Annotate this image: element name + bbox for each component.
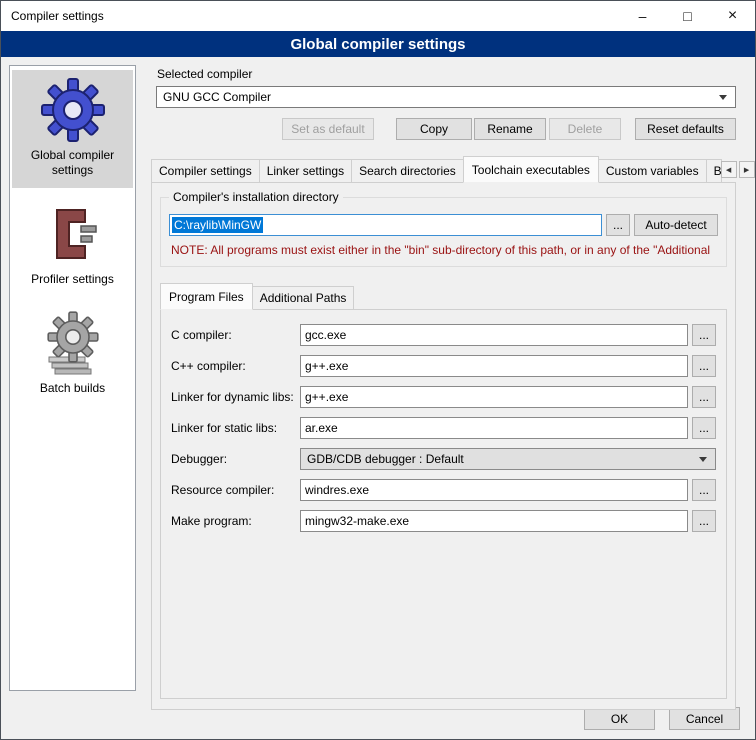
sidebar-item-label: Global compiler settings <box>14 148 131 178</box>
program-files-panel: C compiler: ... C++ compiler: ... Linker… <box>160 309 727 699</box>
tab-additional-paths[interactable]: Additional Paths <box>252 286 355 310</box>
dynamic-linker-label: Linker for dynamic libs: <box>171 390 296 404</box>
form-row-dynamic-linker: Linker for dynamic libs: ... <box>171 386 716 408</box>
c-compiler-input[interactable] <box>300 324 688 346</box>
sidebar-item-batch-builds[interactable]: Batch builds <box>12 303 133 406</box>
installation-directory-label: Compiler's installation directory <box>169 190 343 204</box>
tab-linker-settings[interactable]: Linker settings <box>259 159 352 183</box>
scroll-left-icon: ◀ <box>726 166 731 174</box>
minimize-icon: – <box>639 8 647 24</box>
tab-program-files[interactable]: Program Files <box>160 283 253 310</box>
tab-search-directories[interactable]: Search directories <box>351 159 464 183</box>
copy-button[interactable]: Copy <box>396 118 472 140</box>
installation-directory-input[interactable]: C:\raylib\MinGW <box>169 214 602 236</box>
selected-compiler-dropdown[interactable]: GNU GCC Compiler <box>156 86 736 108</box>
scroll-right-icon: ▶ <box>744 166 749 174</box>
debugger-label: Debugger: <box>171 452 296 466</box>
selected-compiler-label: Selected compiler <box>157 67 736 81</box>
banner-title: Global compiler settings <box>290 36 465 53</box>
cpp-compiler-label: C++ compiler: <box>171 359 296 373</box>
make-program-browse-button[interactable]: ... <box>692 510 716 532</box>
tab-scroll-controls: ◀ ▶ <box>721 161 755 178</box>
dynamic-linker-browse-button[interactable]: ... <box>692 386 716 408</box>
toolchain-executables-panel: Compiler's installation directory C:\ray… <box>151 182 736 710</box>
close-icon: × <box>728 7 737 25</box>
window-controls: – □ × <box>620 1 755 31</box>
selected-compiler-value: GNU GCC Compiler <box>163 90 271 104</box>
set-as-default-button[interactable]: Set as default <box>282 118 374 140</box>
static-linker-input[interactable] <box>300 417 688 439</box>
form-row-cpp-compiler: C++ compiler: ... <box>171 355 716 377</box>
c-compiler-browse-button[interactable]: ... <box>692 324 716 346</box>
rename-button[interactable]: Rename <box>474 118 546 140</box>
settings-tabbar: Compiler settings Linker settings Search… <box>151 156 736 183</box>
make-program-input[interactable] <box>300 510 688 532</box>
close-button[interactable]: × <box>710 1 755 31</box>
delete-button[interactable]: Delete <box>549 118 621 140</box>
ok-button[interactable]: OK <box>584 707 655 730</box>
cancel-button[interactable]: Cancel <box>669 707 740 730</box>
installation-directory-row: C:\raylib\MinGW ... Auto-detect <box>169 214 718 236</box>
chevron-down-icon <box>719 95 727 100</box>
static-linker-browse-button[interactable]: ... <box>692 417 716 439</box>
chevron-down-icon <box>699 457 707 462</box>
titlebar[interactable]: Compiler settings – □ × <box>1 1 755 31</box>
form-row-c-compiler: C compiler: ... <box>171 324 716 346</box>
maximize-button[interactable]: □ <box>665 1 710 31</box>
gear-blue-icon <box>41 78 105 142</box>
maximize-icon: □ <box>683 8 691 24</box>
sidebar-item-label: Profiler settings <box>31 272 114 287</box>
tab-scroll-left-button[interactable]: ◀ <box>721 161 737 178</box>
resource-compiler-browse-button[interactable]: ... <box>692 479 716 501</box>
reset-defaults-button[interactable]: Reset defaults <box>635 118 736 140</box>
compiler-settings-window: Compiler settings – □ × Global compiler … <box>0 0 756 740</box>
resource-compiler-input[interactable] <box>300 479 688 501</box>
main-content: Selected compiler GNU GCC Compiler Set a… <box>151 63 736 710</box>
tab-toolchain-executables[interactable]: Toolchain executables <box>463 156 599 183</box>
sidebar-item-global-compiler-settings[interactable]: Global compiler settings <box>12 70 133 188</box>
minimize-button[interactable]: – <box>620 1 665 31</box>
profiler-clamp-icon <box>41 202 105 266</box>
compiler-actions: Set as default Copy Rename Delete Reset … <box>156 118 736 140</box>
resource-compiler-label: Resource compiler: <box>171 483 296 497</box>
tab-scroll-right-button[interactable]: ▶ <box>739 161 755 178</box>
browse-directory-button[interactable]: ... <box>606 214 630 236</box>
selected-text: C:\raylib\MinGW <box>172 217 263 233</box>
debugger-value: GDB/CDB debugger : Default <box>307 452 464 466</box>
installation-directory-group: Compiler's installation directory C:\ray… <box>160 197 727 267</box>
programs-tabbar: Program Files Additional Paths <box>160 283 727 310</box>
form-row-resource-compiler: Resource compiler: ... <box>171 479 716 501</box>
c-compiler-label: C compiler: <box>171 328 296 342</box>
sidebar: Global compiler settings Profiler settin… <box>9 65 136 691</box>
dialog-banner: Global compiler settings <box>1 31 755 57</box>
cpp-compiler-input[interactable] <box>300 355 688 377</box>
note-text: NOTE: All programs must exist either in … <box>171 243 718 257</box>
window-title: Compiler settings <box>1 9 104 23</box>
debugger-dropdown[interactable]: GDB/CDB debugger : Default <box>300 448 716 470</box>
form-row-make-program: Make program: ... <box>171 510 716 532</box>
dynamic-linker-input[interactable] <box>300 386 688 408</box>
form-row-debugger: Debugger: GDB/CDB debugger : Default <box>171 448 716 470</box>
gear-gray-icon <box>41 311 105 375</box>
auto-detect-button[interactable]: Auto-detect <box>634 214 718 236</box>
tab-build-options[interactable]: Buil <box>706 159 722 183</box>
cpp-compiler-browse-button[interactable]: ... <box>692 355 716 377</box>
sidebar-item-profiler-settings[interactable]: Profiler settings <box>12 194 133 297</box>
tab-custom-variables[interactable]: Custom variables <box>598 159 707 183</box>
sidebar-item-label: Batch builds <box>40 381 105 396</box>
form-row-static-linker: Linker for static libs: ... <box>171 417 716 439</box>
static-linker-label: Linker for static libs: <box>171 421 296 435</box>
dialog-footer: OK Cancel <box>584 707 740 730</box>
make-program-label: Make program: <box>171 514 296 528</box>
tab-compiler-settings[interactable]: Compiler settings <box>151 159 260 183</box>
